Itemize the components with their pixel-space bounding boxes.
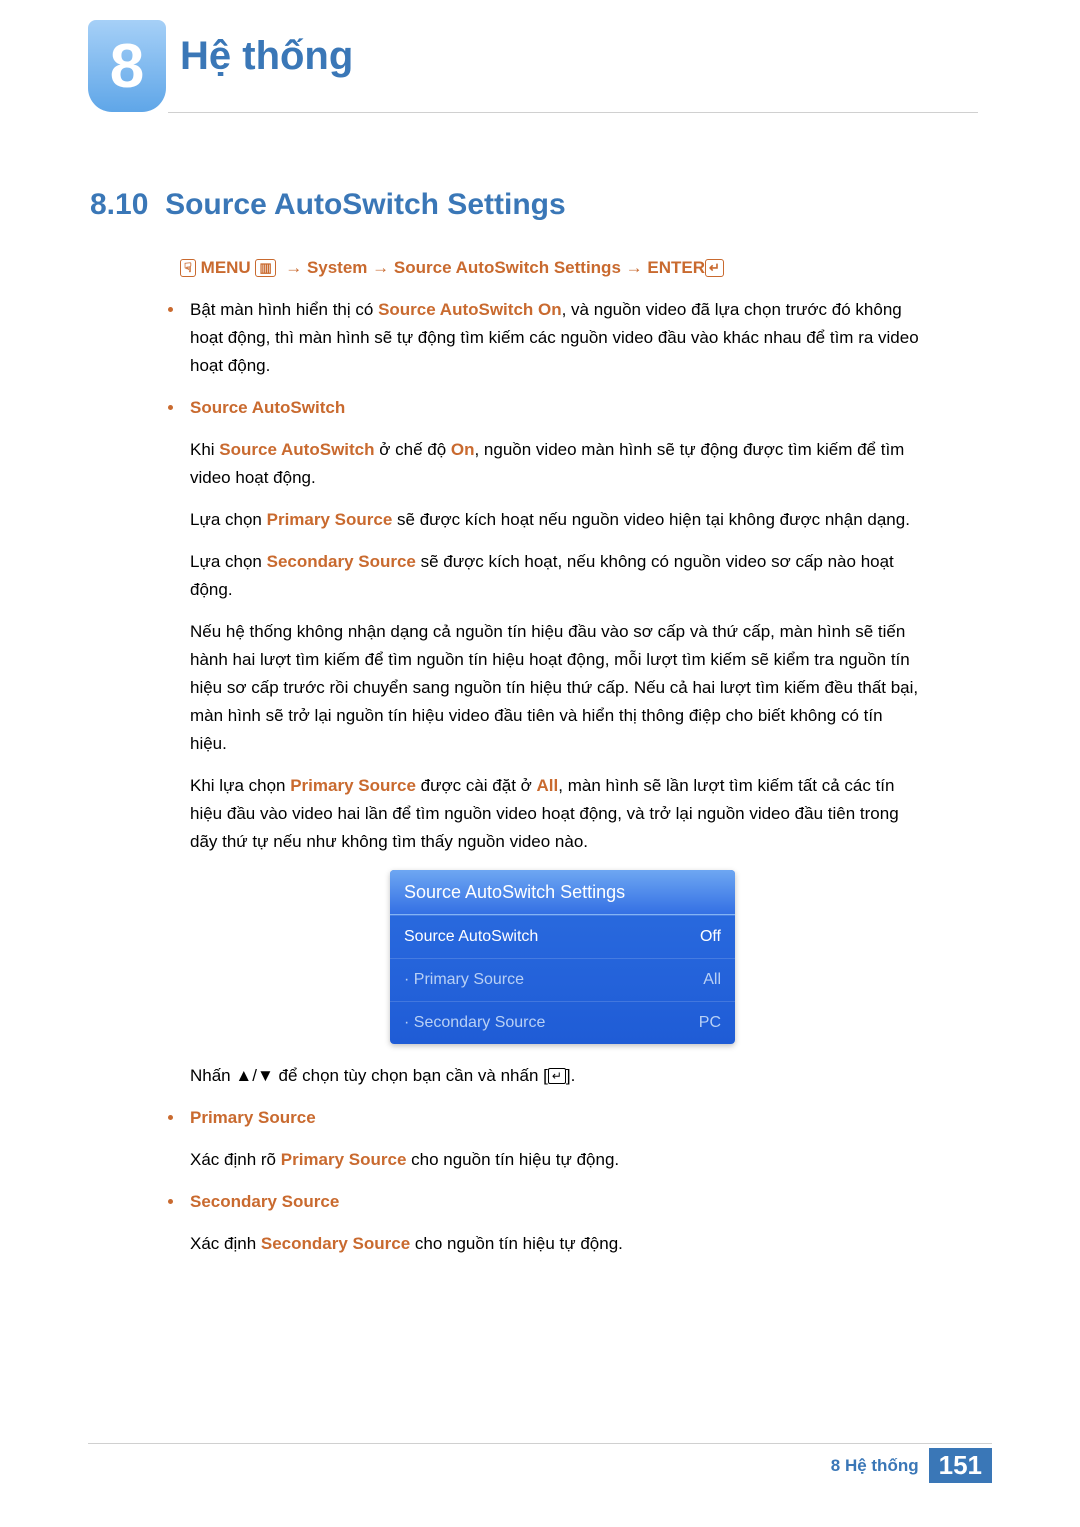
sa-p5c: được cài đặt ở xyxy=(416,776,537,795)
section-title: Source AutoSwitch Settings xyxy=(165,188,566,221)
secondary-pa: Xác định xyxy=(190,1234,261,1253)
panel-title: Source AutoSwitch Settings xyxy=(390,870,735,915)
panel-row-2-value: PC xyxy=(699,1009,721,1037)
hand-icon: ☟ xyxy=(180,259,196,277)
sa-p1: Khi Source AutoSwitch ở chế độ On, nguồn… xyxy=(190,436,922,492)
intro-text-a: Bật màn hình hiển thị có xyxy=(190,300,378,319)
secondary-source-heading: Secondary Source xyxy=(190,1192,339,1211)
secondary-p: Xác định Secondary Source cho nguồn tín … xyxy=(190,1230,922,1258)
instr-mid: để chọn tùy chọn bạn cần và nhấn [ xyxy=(274,1066,548,1085)
nav-system: System xyxy=(307,258,367,277)
footer-chapter: 8 Hệ thống xyxy=(831,1456,919,1476)
primary-pa: Xác định rõ xyxy=(190,1150,281,1169)
panel-row-0-value: Off xyxy=(700,923,721,951)
primary-source-heading: Primary Source xyxy=(190,1108,316,1127)
primary-source-body: Xác định rõ Primary Source cho nguồn tín… xyxy=(162,1146,922,1174)
sa-p5d: All xyxy=(537,776,559,795)
source-autoswitch-body: Khi Source AutoSwitch ở chế độ On, nguồn… xyxy=(162,436,922,1090)
instr-prefix: Nhấn xyxy=(190,1066,235,1085)
sa-p1b: Source AutoSwitch xyxy=(219,440,374,459)
secondary-pb: Secondary Source xyxy=(261,1234,410,1253)
section-number: 8.10 xyxy=(90,188,148,221)
sa-p4: Nếu hệ thống không nhận dạng cả nguồn tí… xyxy=(190,618,922,758)
sa-p2b: Primary Source xyxy=(267,510,393,529)
page-footer: 8 Hệ thống 151 xyxy=(88,1443,992,1479)
primary-pc: cho nguồn tín hiệu tự động. xyxy=(406,1150,619,1169)
primary-p: Xác định rõ Primary Source cho nguồn tín… xyxy=(190,1146,922,1174)
nav-sass: Source AutoSwitch Settings xyxy=(394,258,621,277)
sa-p1d: On xyxy=(451,440,475,459)
primary-source-bullet: Primary Source xyxy=(162,1104,922,1132)
instruction-line: Nhấn ▲/▼ để chọn tùy chọn bạn cần và nhấ… xyxy=(190,1062,922,1090)
section-heading: 8.10 Source AutoSwitch Settings xyxy=(90,188,566,222)
settings-panel: Source AutoSwitch Settings Source AutoSw… xyxy=(390,870,735,1044)
enter-icon: ↵ xyxy=(548,1068,566,1084)
chapter-number: 8 xyxy=(110,31,144,102)
body-content: Bật màn hình hiển thị có Source AutoSwit… xyxy=(162,296,922,1272)
down-arrow-icon: ▼ xyxy=(257,1066,274,1085)
intro-text-b: Source AutoSwitch On xyxy=(378,300,562,319)
secondary-source-body: Xác định Secondary Source cho nguồn tín … xyxy=(162,1230,922,1258)
sa-p2a: Lựa chọn xyxy=(190,510,267,529)
panel-row-0: Source AutoSwitch Off xyxy=(390,915,735,958)
secondary-source-bullet: Secondary Source xyxy=(162,1188,922,1216)
panel-row-2-label: · Secondary Source xyxy=(404,1009,545,1037)
sa-p3a: Lựa chọn xyxy=(190,552,267,571)
page-number: 151 xyxy=(929,1448,992,1483)
sa-p1c: ở chế độ xyxy=(375,440,451,459)
sa-p5a: Khi lựa chọn xyxy=(190,776,290,795)
arrow-icon: → xyxy=(626,258,643,277)
panel-row-1-value: All xyxy=(703,966,721,994)
sa-p2c: sẽ được kích hoạt nếu nguồn video hiện t… xyxy=(392,510,910,529)
source-autoswitch-bullet: Source AutoSwitch xyxy=(162,394,922,422)
panel-row-1-label: · Primary Source xyxy=(404,966,524,994)
enter-icon: ↵ xyxy=(705,259,724,277)
chapter-tab: 8 xyxy=(88,20,166,112)
sa-p5b: Primary Source xyxy=(290,776,416,795)
secondary-pc: cho nguồn tín hiệu tự động. xyxy=(410,1234,623,1253)
sa-p2: Lựa chọn Primary Source sẽ được kích hoạ… xyxy=(190,506,922,534)
arrow-icon: → xyxy=(285,258,302,277)
panel-row-0-label: Source AutoSwitch xyxy=(404,923,538,951)
chapter-title: Hệ thống xyxy=(180,34,353,79)
menu-path: ☟ MENU ▥ → System → Source AutoSwitch Se… xyxy=(180,258,724,278)
panel-row-2: · Secondary Source PC xyxy=(390,1001,735,1044)
intro-bullet: Bật màn hình hiển thị có Source AutoSwit… xyxy=(162,296,922,380)
source-autoswitch-heading: Source AutoSwitch xyxy=(190,398,345,417)
nav-menu-label: MENU xyxy=(201,258,251,277)
menu-icon: ▥ xyxy=(255,259,275,277)
arrow-icon: → xyxy=(372,258,389,277)
up-arrow-icon: ▲ xyxy=(235,1066,252,1085)
panel-row-1: · Primary Source All xyxy=(390,958,735,1001)
primary-pb: Primary Source xyxy=(281,1150,407,1169)
nav-enter-label: ENTER xyxy=(647,258,705,277)
sa-p1a: Khi xyxy=(190,440,219,459)
sa-p5: Khi lựa chọn Primary Source được cài đặt… xyxy=(190,772,922,856)
sa-p3: Lựa chọn Secondary Source sẽ được kích h… xyxy=(190,548,922,604)
instr-suffix: ]. xyxy=(566,1066,575,1085)
header-rule xyxy=(168,112,978,113)
sa-p3b: Secondary Source xyxy=(267,552,416,571)
